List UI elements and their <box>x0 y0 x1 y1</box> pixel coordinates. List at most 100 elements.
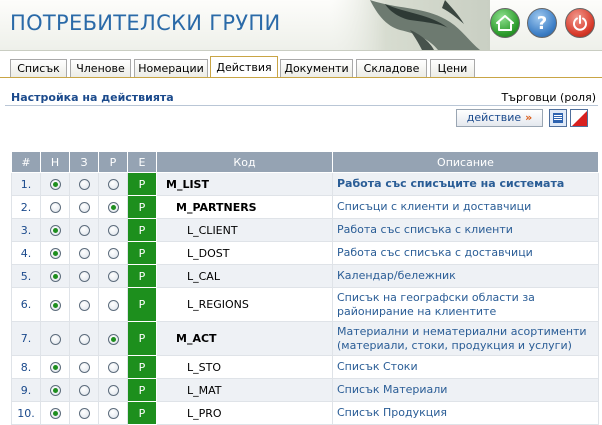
radio-cell <box>98 355 128 379</box>
radio-cell <box>69 355 99 379</box>
description-cell[interactable]: Работа със списъка с клиенти <box>332 218 599 242</box>
row-number: 6. <box>11 287 41 322</box>
enabled-flag[interactable]: Р <box>127 218 157 242</box>
permission-radio-z[interactable] <box>78 362 90 373</box>
permission-radio-n[interactable] <box>49 202 61 213</box>
clear-button[interactable] <box>570 109 588 127</box>
row-number: 8. <box>11 355 41 379</box>
radio-cell <box>98 241 128 265</box>
permission-radio-n[interactable] <box>49 408 61 419</box>
description-cell[interactable]: Календар/бележник <box>332 264 599 288</box>
table-row: 2. Р M_PARTNERS Списъци с клиенти и доставч… <box>11 195 599 219</box>
print-button[interactable] <box>549 109 567 127</box>
enabled-flag[interactable]: Р <box>127 401 157 425</box>
action-code: L_CLIENT <box>187 223 238 237</box>
permission-radio-z[interactable] <box>78 408 90 419</box>
action-code: L_STO <box>187 360 221 374</box>
permission-radio-r[interactable] <box>107 248 119 259</box>
description-cell[interactable]: Работа със списъка с доставчици <box>332 241 599 265</box>
tab-prices[interactable]: Цени <box>430 59 475 77</box>
radio-cell <box>40 321 70 356</box>
tab-documents[interactable]: Документи <box>280 59 353 77</box>
tab-numbering[interactable]: Номерации <box>134 59 208 77</box>
app-title: ПОТРЕБИТЕЛСКИ ГРУПИ <box>10 11 281 35</box>
code-cell: L_CLIENT <box>156 218 333 242</box>
radio-cell <box>98 378 128 402</box>
code-cell: L_DOST <box>156 241 333 265</box>
permission-radio-n[interactable] <box>49 225 61 236</box>
permission-radio-n[interactable] <box>49 385 61 396</box>
permission-radio-r[interactable] <box>107 385 119 396</box>
enabled-flag[interactable]: Р <box>127 378 157 402</box>
col-header-n[interactable]: Н <box>40 151 70 173</box>
permission-radio-n[interactable] <box>49 248 61 259</box>
permission-radio-n[interactable] <box>49 271 61 282</box>
code-cell: L_MAT <box>156 378 333 402</box>
radio-cell <box>69 172 99 196</box>
col-header-r[interactable]: Р <box>98 151 128 173</box>
permission-radio-z[interactable] <box>78 202 90 213</box>
code-cell: L_REGIONS <box>156 287 333 322</box>
radio-cell <box>98 172 128 196</box>
enabled-flag[interactable]: Р <box>127 264 157 288</box>
enabled-flag[interactable]: Р <box>127 321 157 356</box>
permission-radio-r[interactable] <box>107 271 119 282</box>
permission-radio-n[interactable] <box>49 333 61 345</box>
col-header-description: Описание <box>332 151 599 173</box>
help-button[interactable]: ? <box>527 8 557 38</box>
code-cell: M_ACT <box>156 321 333 356</box>
permission-radio-n[interactable] <box>49 299 61 311</box>
tab-list[interactable]: Списък <box>10 59 67 77</box>
home-icon <box>496 15 514 31</box>
col-header-e[interactable]: Е <box>127 151 157 173</box>
permission-radio-z[interactable] <box>78 333 90 345</box>
tab-actions[interactable]: Действия <box>210 56 278 78</box>
permission-radio-z[interactable] <box>78 179 90 190</box>
radio-cell <box>69 378 99 402</box>
home-button[interactable] <box>490 8 520 38</box>
enabled-flag[interactable]: Р <box>127 172 157 196</box>
enabled-flag[interactable]: Р <box>127 355 157 379</box>
permission-radio-r[interactable] <box>107 408 119 419</box>
permission-radio-r[interactable] <box>107 362 119 373</box>
col-header-code: Код <box>156 151 333 173</box>
row-number: 3. <box>11 218 41 242</box>
description-cell[interactable]: Списък Материали <box>332 378 599 402</box>
radio-cell <box>98 321 128 356</box>
enabled-flag[interactable]: Р <box>127 195 157 219</box>
permission-radio-r[interactable] <box>107 225 119 236</box>
permission-radio-z[interactable] <box>78 271 90 282</box>
radio-cell <box>98 401 128 425</box>
action-code: L_MAT <box>187 383 222 397</box>
table-header-row: # Н З Р Е Код Описание <box>11 151 599 173</box>
table-row: 4. Р L_DOST Работа със списъка с доставчици <box>11 241 599 265</box>
enabled-flag[interactable]: Р <box>127 287 157 322</box>
radio-cell <box>69 218 99 242</box>
permission-radio-z[interactable] <box>78 225 90 236</box>
role-label: Търговци (роля) <box>501 91 596 104</box>
permission-radio-r[interactable] <box>107 202 119 213</box>
radio-cell <box>98 264 128 288</box>
permission-radio-n[interactable] <box>49 362 61 373</box>
permission-radio-z[interactable] <box>78 385 90 396</box>
action-button[interactable]: действие» <box>456 109 543 127</box>
action-code: M_ACT <box>176 332 217 345</box>
action-code: M_PARTNERS <box>176 200 257 214</box>
permission-radio-n[interactable] <box>49 179 61 190</box>
permission-radio-z[interactable] <box>78 299 90 311</box>
tab-warehouses[interactable]: Складове <box>356 59 427 77</box>
description-cell[interactable]: Списък Продукция <box>332 401 599 425</box>
tab-members[interactable]: Членове <box>70 59 131 77</box>
logout-button[interactable] <box>565 8 595 38</box>
table-row: 3. Р L_CLIENT Работа със списъка с клиенти <box>11 218 599 242</box>
permission-radio-r[interactable] <box>107 179 119 190</box>
description-cell[interactable]: Списък на географски области за районира… <box>332 287 599 322</box>
row-number: 4. <box>11 241 41 265</box>
permission-radio-z[interactable] <box>78 248 90 259</box>
permission-radio-r[interactable] <box>107 299 119 311</box>
description-cell[interactable]: Списък Стоки <box>332 355 599 379</box>
permission-radio-r[interactable] <box>107 333 119 345</box>
enabled-flag[interactable]: Р <box>127 241 157 265</box>
col-header-z[interactable]: З <box>69 151 99 173</box>
description-cell: Работа със списъците на системата <box>332 172 599 196</box>
